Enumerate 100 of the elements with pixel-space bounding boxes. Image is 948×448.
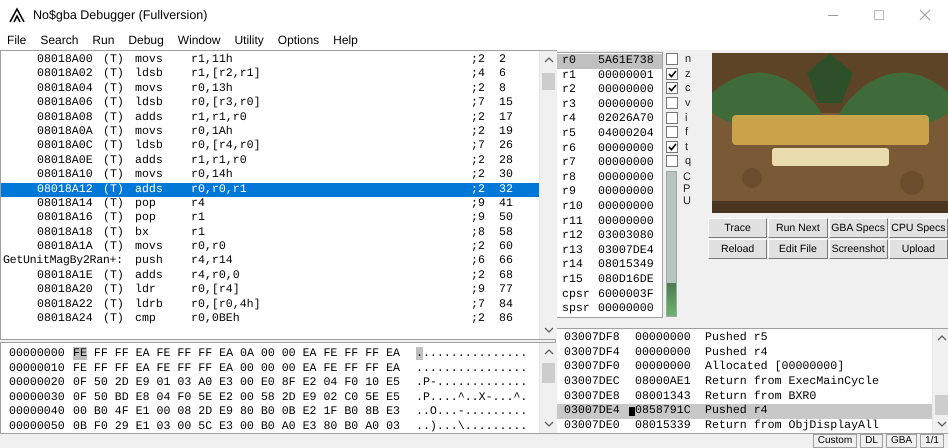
ascii-text: ................	[416, 347, 528, 362]
opcode: movs	[135, 53, 164, 68]
flag-label: c	[685, 82, 690, 94]
register-value: 08015349	[598, 258, 654, 273]
cycle-count: ;2	[471, 240, 486, 254]
register-value: 080D16DE	[598, 272, 654, 288]
register-value: 6000003F	[598, 288, 654, 302]
stack-value: 08000AE1	[635, 375, 692, 390]
toolbar-button[interactable]: Reload	[708, 239, 768, 259]
cycle-total: 84	[499, 298, 514, 312]
symbol-label: GetUnitMagBy2Ran+:	[2, 254, 124, 269]
stack-comment: Pushed r4	[705, 404, 768, 420]
cycle-total: 32	[499, 182, 514, 197]
opcode: movs	[135, 240, 164, 254]
register-value: 00000000	[598, 156, 654, 171]
cycle-total: 77	[499, 283, 514, 298]
hex-offset: 00000020	[9, 376, 66, 391]
toolbar-button[interactable]: Edit File	[768, 239, 828, 259]
operands: r0,[r4]	[191, 283, 241, 298]
register-value: 00000000	[598, 214, 654, 230]
toolbar-button[interactable]: GBA Specs	[828, 218, 888, 238]
selected-row[interactable]: 08018A12 (T) adds r0,r0,r1 ;2 32	[1, 182, 539, 197]
mode-tag: (T)	[103, 196, 135, 212]
menu-item[interactable]: Options	[270, 33, 326, 47]
cycle-count: ;2	[471, 124, 486, 140]
flag-label: n	[685, 53, 692, 66]
opcode: adds	[135, 110, 164, 125]
register-value: 00000000	[598, 200, 654, 215]
address: 08018A06	[37, 96, 94, 111]
stack-address: 03007DF4	[564, 346, 621, 360]
register-name: r10	[562, 200, 584, 215]
cycle-count: ;2	[471, 154, 486, 168]
toolbar-button[interactable]: Upload	[888, 239, 948, 259]
toolbar-button[interactable]: CPU Specs	[888, 218, 948, 238]
address: 08018A0E	[37, 154, 94, 168]
address: 08018A02	[37, 67, 94, 82]
menu-item[interactable]: Utility	[227, 33, 271, 47]
operands: r0,13h	[191, 82, 234, 96]
cycle-total: 17	[499, 110, 514, 125]
register-value: 02026A70	[598, 112, 654, 127]
cycle-count: ;2	[471, 312, 486, 326]
opcode: movs	[135, 82, 164, 96]
operands: r1,[r2,r1]	[191, 67, 262, 82]
hex-bytes: FE FF FF EA FE FF FF EA 0A 00 00 EA FE FF FF EA	[73, 347, 402, 362]
menu-item[interactable]: File	[0, 33, 34, 47]
stack-comment: Allocated [00000000]	[705, 360, 844, 376]
address: 08018A12	[37, 182, 94, 197]
menu-item[interactable]: Help	[326, 33, 365, 47]
register-name: r7	[562, 156, 577, 171]
cycle-total: 6	[499, 67, 507, 82]
flag-label: t	[685, 140, 688, 153]
address: 08018A08	[37, 110, 94, 125]
opcode: adds	[135, 182, 164, 197]
register-name: r1	[562, 68, 577, 84]
operands: r1,11h	[191, 53, 234, 68]
cycle-count: ;4	[471, 67, 486, 82]
menu-item[interactable]: Run	[85, 33, 122, 47]
menu-item[interactable]: Search	[33, 33, 86, 47]
cycle-count: ;7	[471, 139, 486, 154]
cycle-count: ;2	[471, 110, 486, 125]
toolbar-button[interactable]: Screenshot	[828, 239, 888, 259]
ascii-text: ..)...\.........	[416, 420, 528, 435]
stack-address: 03007DF0	[564, 360, 621, 376]
hex-bytes: 0B F0 29 E1 03 00 5C E3 00 B0 A0 E3 80 B0 A0 03	[73, 420, 401, 435]
status-field: 1/1	[920, 434, 944, 448]
flag-label: v	[685, 97, 690, 110]
register-name: r6	[562, 142, 577, 156]
operands: r0,[r0,4h]	[191, 298, 262, 312]
operands: r1	[191, 211, 206, 226]
ascii-text: .P....^..X-...^.	[416, 390, 528, 406]
register-name: r8	[562, 170, 577, 186]
operands: r0,r0,r1	[191, 182, 248, 197]
menu-item[interactable]: Debug	[121, 33, 171, 47]
hex-offset: 00000050	[9, 420, 66, 435]
toolbar-button[interactable]: Trace	[708, 218, 768, 238]
cycle-total: 26	[499, 139, 514, 154]
cycle-total: 41	[499, 196, 514, 212]
cycle-count: ;9	[471, 196, 486, 212]
stack-value: 08015339	[635, 419, 692, 434]
cycle-count: ;9	[471, 283, 486, 298]
cycle-count: ;8	[471, 226, 486, 240]
mode-tag: (T)	[103, 268, 135, 284]
operands: r1	[191, 226, 206, 240]
address: 08018A20	[37, 283, 94, 298]
hex-bytes: 00 B0 4F E1 00 08 2D E9 80 B0 0B E2 1F B0 8B E3	[73, 405, 401, 420]
toolbar-button[interactable]: Run Next	[768, 218, 828, 238]
address: 08018A0C	[37, 139, 94, 154]
operands: r0,[r4,r0]	[191, 139, 262, 154]
address: 08018A10	[37, 168, 94, 183]
mode-tag: (T)	[103, 182, 135, 197]
stack-address: 03007DE8	[564, 390, 621, 404]
cpu-label: CPU	[683, 170, 692, 209]
hex-bytes: 0F 50 BD E8 04 F0 5E E2 00 58 2D E9 02 C0 5E E5	[73, 390, 401, 406]
flag-label: q	[685, 155, 692, 168]
cycle-total: 60	[499, 240, 514, 254]
register-name: r14	[562, 258, 584, 273]
stack-address: 03007DE0	[564, 419, 621, 434]
address: 08018A1A	[37, 240, 94, 254]
menu-item[interactable]: Window	[170, 33, 228, 47]
address: 08018A00	[37, 53, 94, 68]
